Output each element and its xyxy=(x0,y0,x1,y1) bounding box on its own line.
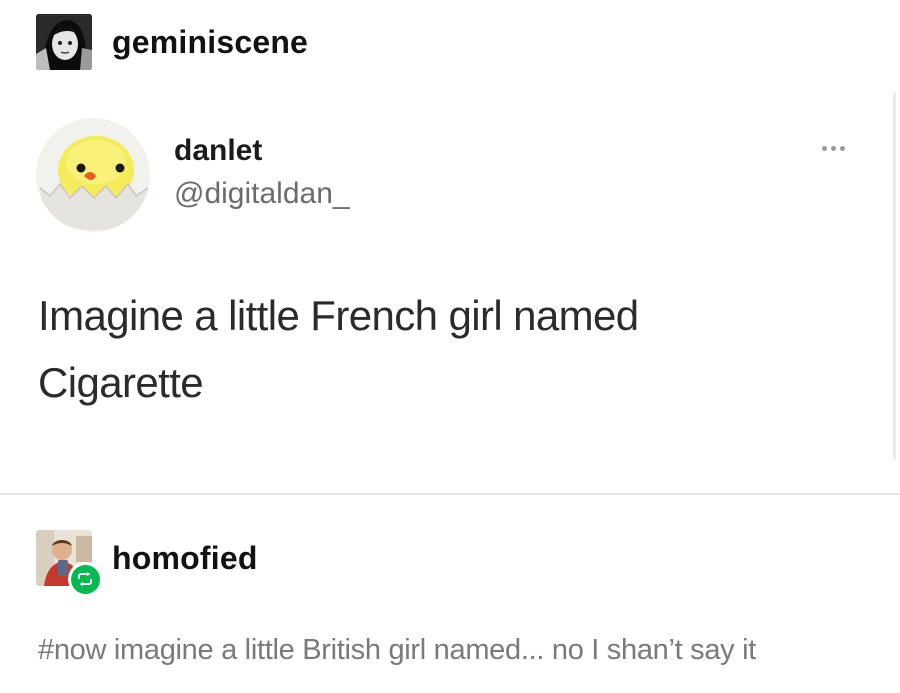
tweet-text: Imagine a little French girl named Cigar… xyxy=(38,282,798,416)
op-avatar[interactable] xyxy=(36,14,92,70)
post-tags[interactable]: #now imagine a little British girl named… xyxy=(38,634,756,667)
bw-portrait-avatar-icon xyxy=(36,14,92,70)
reblog-header: homofied xyxy=(36,530,258,596)
reblog-badge xyxy=(68,562,102,596)
tweet-avatar xyxy=(36,118,150,232)
tweet-text-line-1: Imagine a little French girl named xyxy=(38,292,639,339)
reblog-username[interactable]: homofied xyxy=(112,540,258,577)
tweet-handle: @digitaldan_ xyxy=(174,177,350,210)
tweet-text-line-2: Cigarette xyxy=(38,359,204,406)
post-divider xyxy=(0,493,900,495)
chick-in-eggshell-avatar-icon xyxy=(36,118,150,232)
op-username[interactable]: geminiscene xyxy=(112,24,308,61)
reblog-icon xyxy=(70,564,100,594)
reblog-avatar-container[interactable] xyxy=(36,530,102,596)
op-post-header: geminiscene xyxy=(36,14,308,70)
tweet-display-name: danlet xyxy=(174,134,263,167)
ellipsis-icon xyxy=(822,146,845,151)
